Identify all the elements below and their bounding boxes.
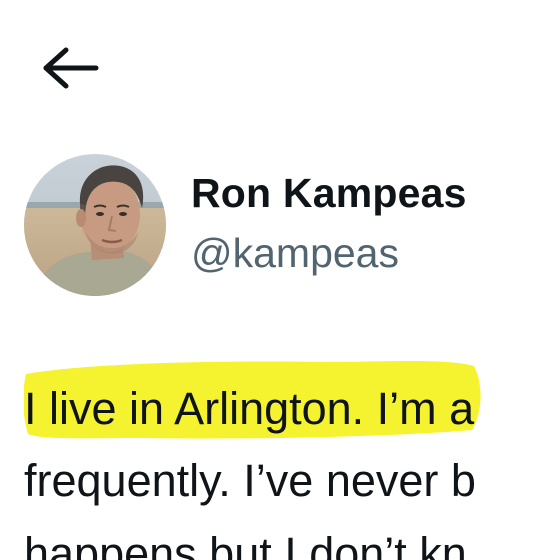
tweet-detail-page: Ron Kampeas @kampeas I live in Arlington… [0, 0, 560, 560]
tweet-line: I live in Arlington. I’m a [24, 383, 475, 434]
tweet-text: I live in Arlington. I’m a frequently. I… [24, 0, 560, 560]
tweet-line: happens but I don’t kn [24, 528, 467, 560]
tweet-line: frequently. I’ve never b [24, 455, 476, 506]
